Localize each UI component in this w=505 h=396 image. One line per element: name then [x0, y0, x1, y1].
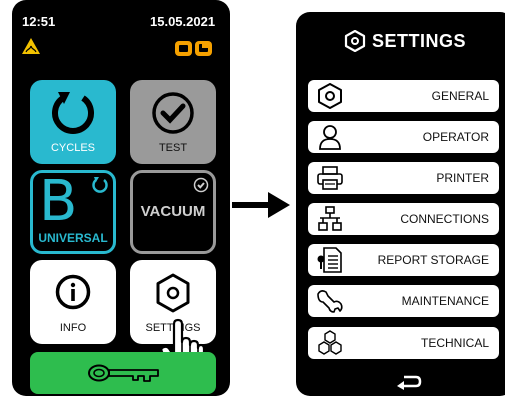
vacuum-label: VACUUM — [140, 203, 206, 220]
status-date: 15.05.2021 — [150, 14, 216, 29]
menu-item-label: CONNECTIONS — [400, 212, 489, 226]
menu-item-label: GENERAL — [431, 89, 489, 103]
wrench-icon — [317, 290, 343, 313]
check-circle-icon — [152, 92, 194, 134]
menu-item-technical[interactable]: TECHNICAL — [308, 327, 499, 359]
menu-item-label: MAINTENANCE — [401, 294, 489, 308]
settings-title-text: SETTINGS — [371, 30, 466, 51]
check-small-icon — [193, 177, 209, 193]
universal-tile[interactable]: B UNIVERSAL — [30, 169, 116, 254]
printer-icon — [317, 166, 343, 190]
test-tile[interactable]: TEST — [130, 80, 216, 164]
cycles-label: CYCLES — [50, 142, 96, 154]
hexagon-icon — [318, 83, 342, 109]
menu-item-label: PRINTER — [436, 171, 489, 185]
hexagon-settings-icon — [156, 273, 190, 313]
info-label: INFO — [59, 322, 87, 334]
refresh-icon — [52, 92, 94, 134]
warning-icon — [22, 38, 40, 54]
person-icon — [319, 125, 341, 150]
menu-item-label: TECHNICAL — [420, 336, 489, 350]
cycles-tile[interactable]: CYCLES — [30, 80, 116, 164]
test-label: TEST — [158, 142, 188, 154]
hexagons-icon — [318, 330, 342, 355]
menu-item-report-storage[interactable]: REPORT STORAGE — [308, 244, 499, 276]
universal-letter: B — [39, 169, 78, 234]
arrow-right-icon — [232, 192, 290, 218]
menu-item-operator[interactable]: OPERATOR — [308, 121, 499, 153]
status-time: 12:51 — [22, 14, 56, 29]
menu-item-maintenance[interactable]: MAINTENANCE — [308, 285, 499, 317]
key-icon — [88, 364, 159, 382]
vacuum-tile[interactable]: VACUUM — [130, 170, 216, 254]
menu-item-label: OPERATOR — [422, 130, 489, 144]
network-icon — [318, 206, 342, 231]
menu-item-printer[interactable]: PRINTER — [308, 162, 499, 194]
storage-icon — [175, 41, 212, 56]
back-arrow-icon[interactable] — [396, 374, 422, 390]
universal-label: UNIVERSAL — [38, 231, 108, 245]
document-icon — [317, 247, 342, 273]
hexagon-title-icon — [344, 30, 366, 53]
settings-title: SETTINGS — [300, 30, 505, 53]
info-tile[interactable]: INFO — [30, 260, 116, 344]
menu-item-general[interactable]: GENERAL — [308, 80, 499, 112]
menu-item-label: REPORT STORAGE — [377, 253, 489, 267]
unlock-key-button[interactable] — [30, 352, 216, 394]
info-icon — [55, 274, 91, 310]
refresh-small-icon — [92, 177, 108, 193]
menu-item-connections[interactable]: CONNECTIONS — [308, 203, 499, 235]
